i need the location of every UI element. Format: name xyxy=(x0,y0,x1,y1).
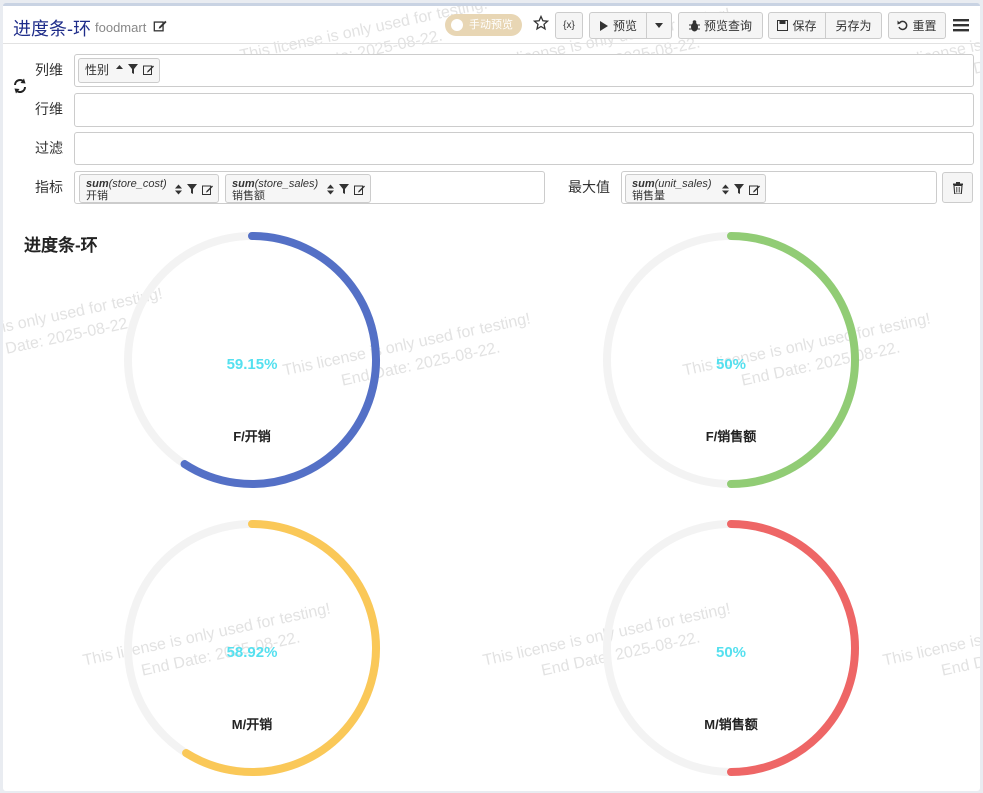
report-title: 进度条-环 xyxy=(13,19,91,39)
filter-icon[interactable] xyxy=(734,184,744,194)
max-dropzone[interactable]: sum(unit_sales) 销售量 xyxy=(621,171,937,204)
filter-icon[interactable] xyxy=(128,64,138,74)
ring-name-label: F/销售额 xyxy=(705,429,757,444)
filter-icon[interactable] xyxy=(339,184,349,194)
sort-icon[interactable] xyxy=(175,184,182,195)
sort-icon[interactable] xyxy=(327,184,334,195)
ring-percent-label: 50% xyxy=(715,644,747,661)
metrics-dropzone[interactable]: sum(store_cost) 开销 sum(store_sales) 销售额 xyxy=(74,171,545,204)
preview-dropdown-button[interactable] xyxy=(646,12,672,39)
delete-button[interactable] xyxy=(942,172,973,203)
max-pill[interactable]: sum(unit_sales) 销售量 xyxy=(625,174,766,203)
column-pill-gender[interactable]: 性别 xyxy=(78,58,160,83)
ring-name-label: M/销售额 xyxy=(704,717,758,732)
metric-pill[interactable]: sum(store_sales) 销售额 xyxy=(225,174,371,203)
swap-axes-icon[interactable] xyxy=(12,78,28,94)
preview-query-button[interactable]: 预览查询 xyxy=(678,12,763,39)
watermark: This license is only used for testing!En… xyxy=(3,285,164,364)
toggle-knob xyxy=(451,19,463,31)
datasource-name: foodmart xyxy=(95,20,147,35)
filter-icon[interactable] xyxy=(187,184,197,194)
columns-dropzone[interactable]: 性别 xyxy=(74,54,974,87)
bug-icon xyxy=(688,19,700,31)
variables-button[interactable]: {x} xyxy=(555,12,583,39)
save-button[interactable]: 保存 xyxy=(768,12,826,39)
sort-asc-icon[interactable] xyxy=(116,64,123,73)
rows-label: 行维 xyxy=(35,101,63,117)
ring-percent-label: 50% xyxy=(715,356,747,373)
ring-percent-label: 59.15% xyxy=(226,356,278,373)
undo-icon xyxy=(897,20,908,31)
toolbar: 进度条-环 foodmart 手动预览 {x} 预览 预览查询 保存 另存为 重… xyxy=(3,6,980,44)
reset-button[interactable]: 重置 xyxy=(888,12,946,39)
caret-down-icon xyxy=(655,23,663,28)
play-icon xyxy=(599,20,608,31)
manual-preview-label: 手动预览 xyxy=(469,19,513,31)
metrics-label: 指标 xyxy=(35,179,63,195)
manual-preview-toggle[interactable]: 手动预览 xyxy=(445,14,522,36)
report-window: This license is only used for testing! En… xyxy=(3,3,980,791)
edit-title-icon[interactable] xyxy=(153,19,167,33)
chart-title: 进度条-环 xyxy=(24,236,98,255)
ring-name-label: M/开销 xyxy=(231,717,273,732)
favorite-star-icon[interactable] xyxy=(533,15,549,31)
edit-icon[interactable] xyxy=(749,184,760,195)
max-label: 最大值 xyxy=(568,179,610,195)
save-icon xyxy=(777,20,789,31)
menu-icon[interactable] xyxy=(953,18,969,32)
edit-icon[interactable] xyxy=(143,64,154,75)
save-as-button[interactable]: 另存为 xyxy=(825,12,882,39)
watermark: This license is only used for testing!En… xyxy=(881,600,980,680)
edit-icon[interactable] xyxy=(354,184,365,195)
watermark: This license is only used for testing!En… xyxy=(281,310,532,390)
edit-icon[interactable] xyxy=(202,184,213,195)
metric-pill[interactable]: sum(store_cost) 开销 xyxy=(79,174,219,203)
filter-label: 过滤 xyxy=(35,140,63,156)
rows-dropzone[interactable] xyxy=(74,93,974,127)
ring-percent-label: 58.92% xyxy=(226,644,278,661)
columns-label: 列维 xyxy=(35,62,63,78)
filter-dropzone[interactable] xyxy=(74,132,974,165)
preview-button[interactable]: 预览 xyxy=(589,12,647,39)
ring-name-label: F/开销 xyxy=(233,429,271,444)
sort-icon[interactable] xyxy=(722,184,729,195)
trash-icon xyxy=(952,181,963,194)
